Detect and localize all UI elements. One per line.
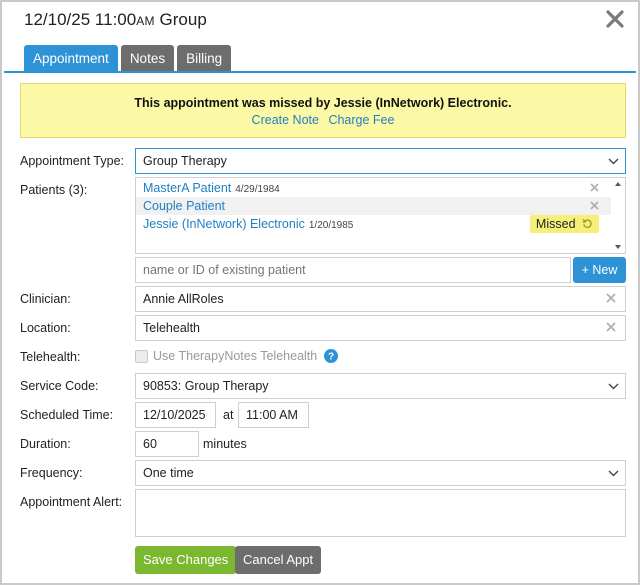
title-date: 12/10/25 <box>24 10 91 29</box>
cancel-appt-button[interactable]: Cancel Appt <box>235 546 322 574</box>
patients-list: MasterA Patient 4/29/1984 Couple Patient … <box>135 177 626 254</box>
chevron-down-icon <box>608 383 619 390</box>
new-patient-button[interactable]: + New <box>573 257 626 283</box>
clinician-field[interactable]: Annie AllRoles <box>135 286 626 312</box>
missed-status-badge[interactable]: Missed <box>529 215 599 233</box>
undo-icon[interactable] <box>582 218 593 229</box>
frequency-label: Frequency: <box>20 466 83 480</box>
chevron-down-icon <box>608 158 619 165</box>
dialog-title: 12/10/25 11:00AM Group <box>24 10 207 30</box>
close-icon[interactable] <box>604 8 626 30</box>
tab-billing[interactable]: Billing <box>177 45 232 72</box>
tab-underline <box>4 71 636 73</box>
duration-label: Duration: <box>20 437 71 451</box>
patient-row: MasterA Patient 4/29/1984 <box>136 179 611 197</box>
missed-label: Missed <box>535 217 576 231</box>
location-field[interactable]: Telehealth <box>135 315 626 341</box>
patient-name-link[interactable]: MasterA Patient <box>143 181 231 195</box>
location-value: Telehealth <box>143 321 200 335</box>
patient-name-link[interactable]: Couple Patient <box>143 199 225 213</box>
chevron-down-icon <box>608 470 619 477</box>
patient-dob: 4/29/1984 <box>235 184 280 195</box>
appointment-type-label: Appointment Type: <box>20 154 125 168</box>
service-code-select[interactable]: 90853: Group Therapy <box>135 373 626 399</box>
duration-unit: minutes <box>203 437 247 451</box>
clear-clinician-icon[interactable] <box>606 293 616 303</box>
help-icon[interactable]: ? <box>324 349 338 363</box>
appointment-type-select[interactable]: Group Therapy <box>135 148 626 174</box>
patient-search-input[interactable] <box>135 257 571 283</box>
clear-location-icon[interactable] <box>606 322 616 332</box>
create-note-link[interactable]: Create Note <box>252 113 319 127</box>
frequency-value: One time <box>143 466 194 480</box>
telehealth-label: Telehealth: <box>20 350 81 364</box>
appointment-alert-textarea[interactable] <box>135 489 626 537</box>
telehealth-checkbox[interactable] <box>135 350 148 363</box>
alert-message: This appointment was missed by Jessie (I… <box>134 96 512 110</box>
save-changes-button[interactable]: Save Changes <box>135 546 237 574</box>
title-time: 11:00 <box>94 10 137 29</box>
scheduled-time-label: Scheduled Time: <box>20 408 114 422</box>
telehealth-checkbox-label: Use TherapyNotes Telehealth <box>153 349 318 363</box>
patient-name-link[interactable]: Jessie (InNetwork) Electronic <box>143 217 305 231</box>
scheduled-date-input[interactable]: 12/10/2025 <box>135 402 216 428</box>
clinician-label: Clinician: <box>20 292 71 306</box>
tab-notes[interactable]: Notes <box>120 45 175 72</box>
missed-alert-banner: This appointment was missed by Jessie (I… <box>20 83 626 138</box>
charge-fee-link[interactable]: Charge Fee <box>328 113 394 127</box>
remove-patient-icon[interactable] <box>590 183 599 192</box>
clinician-value: Annie AllRoles <box>143 292 224 306</box>
patient-dob: 1/20/1985 <box>308 220 354 231</box>
svg-text:?: ? <box>328 352 334 363</box>
at-label: at <box>223 408 234 422</box>
frequency-select[interactable]: One time <box>135 460 626 486</box>
tab-bar: Appointment Notes Billing <box>24 45 232 72</box>
service-code-label: Service Code: <box>20 379 99 393</box>
scheduled-time-input[interactable]: 11:00 AM <box>238 402 309 428</box>
patient-row: Jessie (InNetwork) Electronic 1/20/1985 M… <box>136 215 611 233</box>
duration-input[interactable]: 60 <box>135 431 199 457</box>
title-ampm: AM <box>136 14 155 28</box>
title-group: Group <box>159 10 207 29</box>
appointment-dialog: 12/10/25 11:00AM Group Appointment Notes… <box>0 0 640 585</box>
patient-row: Couple Patient <box>136 197 611 215</box>
appointment-alert-label: Appointment Alert: <box>20 495 123 509</box>
location-label: Location: <box>20 321 71 335</box>
patients-scrollbar[interactable] <box>611 178 625 253</box>
patients-label: Patients (3): <box>20 183 88 197</box>
remove-patient-icon[interactable] <box>590 201 599 210</box>
tab-appointment[interactable]: Appointment <box>24 45 118 72</box>
appointment-type-value: Group Therapy <box>143 154 227 168</box>
service-code-value: 90853: Group Therapy <box>143 379 269 393</box>
